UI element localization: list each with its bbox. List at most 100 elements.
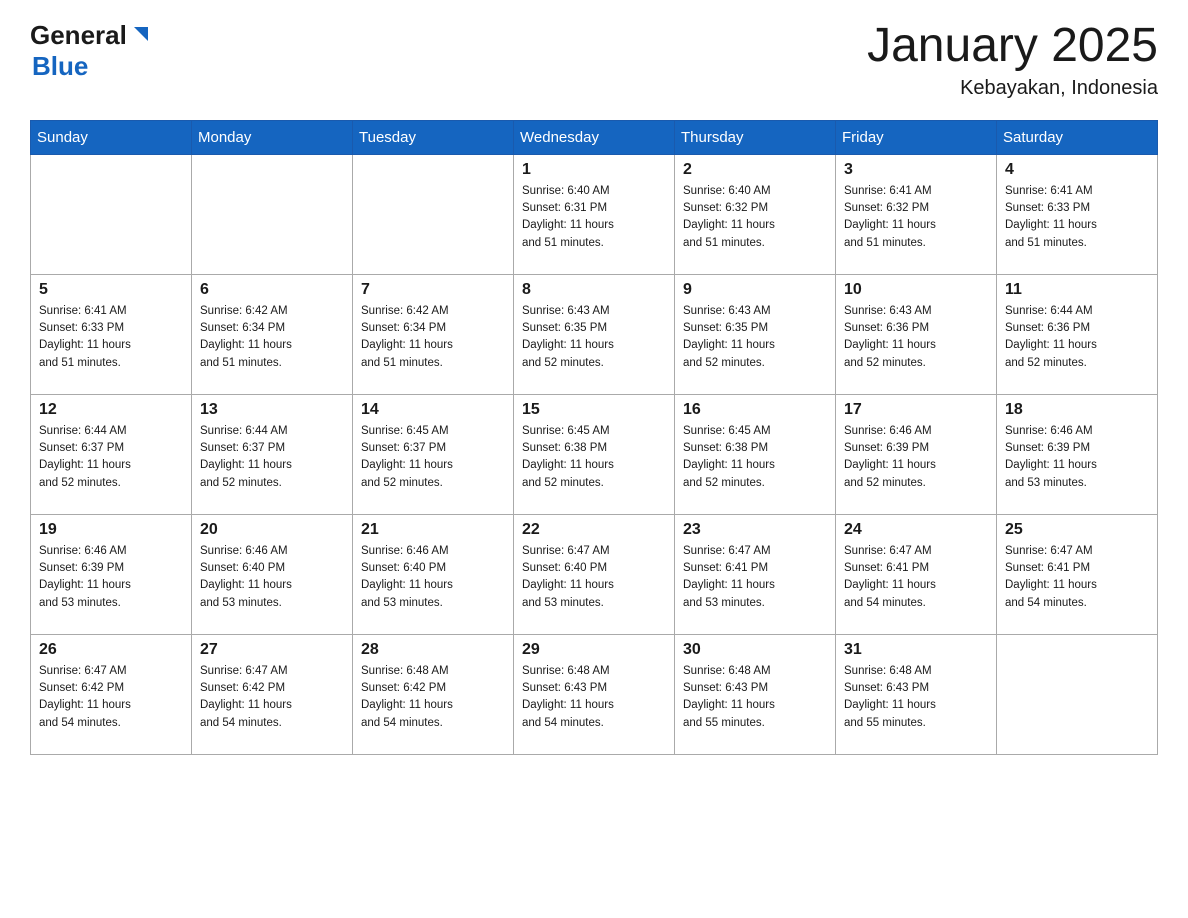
day-info: Sunrise: 6:41 AM Sunset: 6:32 PM Dayligh… [844,183,988,252]
day-info: Sunrise: 6:46 AM Sunset: 6:40 PM Dayligh… [361,543,505,612]
day-info: Sunrise: 6:47 AM Sunset: 6:41 PM Dayligh… [1005,543,1149,612]
logo: General Blue [30,20,152,82]
calendar-cell: 18Sunrise: 6:46 AM Sunset: 6:39 PM Dayli… [997,394,1158,514]
day-number: 1 [522,161,666,179]
day-number: 18 [1005,401,1149,419]
day-info: Sunrise: 6:47 AM Sunset: 6:42 PM Dayligh… [200,663,344,732]
calendar-cell: 5Sunrise: 6:41 AM Sunset: 6:33 PM Daylig… [31,274,192,394]
day-number: 15 [522,401,666,419]
day-number: 29 [522,641,666,659]
day-number: 27 [200,641,344,659]
calendar-header-wednesday: Wednesday [514,120,675,154]
calendar-cell: 17Sunrise: 6:46 AM Sunset: 6:39 PM Dayli… [836,394,997,514]
day-info: Sunrise: 6:44 AM Sunset: 6:37 PM Dayligh… [200,423,344,492]
day-number: 20 [200,521,344,539]
calendar-week-2: 5Sunrise: 6:41 AM Sunset: 6:33 PM Daylig… [31,274,1158,394]
calendar-header-monday: Monday [192,120,353,154]
calendar-cell: 28 Sunrise: 6:48 AM Sunset: 6:42 PM Dayli… [353,634,514,754]
day-info: Sunrise: 6:44 AM Sunset: 6:37 PM Dayligh… [39,423,183,492]
month-title: January 2025 [867,20,1158,73]
calendar-cell: 1Sunrise: 6:40 AM Sunset: 6:31 PM Daylig… [514,154,675,274]
logo-top: General [30,20,152,51]
calendar-header-saturday: Saturday [997,120,1158,154]
day-info: Sunrise: 6:42 AM Sunset: 6:34 PM Dayligh… [200,303,344,372]
calendar-header-tuesday: Tuesday [353,120,514,154]
day-info: Sunrise: 6:44 AM Sunset: 6:36 PM Dayligh… [1005,303,1149,372]
day-info: Sunrise: 6:41 AM Sunset: 6:33 PM Dayligh… [1005,183,1149,252]
calendar-cell: 12 Sunrise: 6:44 AM Sunset: 6:37 PM Dayli… [31,394,192,514]
calendar-cell: 21 Sunrise: 6:46 AM Sunset: 6:40 PM Dayli… [353,514,514,634]
day-info: Sunrise: 6:48 AM Sunset: 6:43 PM Dayligh… [683,663,827,732]
day-number: 26 [39,641,183,659]
calendar-cell: 14Sunrise: 6:45 AM Sunset: 6:37 PM Dayli… [353,394,514,514]
day-number: 3 [844,161,988,179]
calendar-cell: 26Sunrise: 6:47 AM Sunset: 6:42 PM Dayli… [31,634,192,754]
calendar-cell: 29 Sunrise: 6:48 AM Sunset: 6:43 PM Dayli… [514,634,675,754]
day-number: 21 [361,521,505,539]
calendar-cell: 24Sunrise: 6:47 AM Sunset: 6:41 PM Dayli… [836,514,997,634]
day-info: Sunrise: 6:45 AM Sunset: 6:38 PM Dayligh… [522,423,666,492]
day-info: Sunrise: 6:45 AM Sunset: 6:38 PM Dayligh… [683,423,827,492]
day-number: 25 [1005,521,1149,539]
day-number: 14 [361,401,505,419]
logo-triangle-icon [130,23,152,45]
calendar-cell [997,634,1158,754]
calendar-week-5: 26 Sunrise: 6:47 AM Sunset: 6:42 PM Dayli… [31,634,1158,754]
calendar-cell: 23 Sunrise: 6:47 AM Sunset: 6:41 PM Dayli… [675,514,836,634]
day-info: Sunrise: 6:42 AM Sunset: 6:34 PM Dayligh… [361,303,505,372]
day-info: Sunrise: 6:47 AM Sunset: 6:40 PM Dayligh… [522,543,666,612]
day-number: 2 [683,161,827,179]
calendar-cell: 13 Sunrise: 6:44 AM Sunset: 6:37 PM Dayli… [192,394,353,514]
day-number: 17 [844,401,988,419]
calendar-header-thursday: Thursday [675,120,836,154]
location-text: Kebayakan, Indonesia [867,77,1158,100]
day-number: 23 [683,521,827,539]
calendar-cell: 20Sunrise: 6:46 AM Sunset: 6:40 PM Dayli… [192,514,353,634]
day-number: 31 [844,641,988,659]
day-info: Sunrise: 6:48 AM Sunset: 6:43 PM Dayligh… [844,663,988,732]
calendar-cell: 19Sunrise: 6:46 AM Sunset: 6:39 PM Dayli… [31,514,192,634]
logo-general-text: General [30,20,127,51]
calendar-cell: 31 Sunrise: 6:48 AM Sunset: 6:43 PM Dayli… [836,634,997,754]
calendar-cell: 2 Sunrise: 6:40 AM Sunset: 6:32 PM Daylig… [675,154,836,274]
day-number: 12 [39,401,183,419]
calendar-cell: 27 Sunrise: 6:47 AM Sunset: 6:42 PM Dayli… [192,634,353,754]
calendar-cell: 7 Sunrise: 6:42 AM Sunset: 6:34 PM Daylig… [353,274,514,394]
title-block: January 2025 Kebayakan, Indonesia [867,20,1158,100]
day-info: Sunrise: 6:48 AM Sunset: 6:42 PM Dayligh… [361,663,505,732]
day-info: Sunrise: 6:47 AM Sunset: 6:41 PM Dayligh… [683,543,827,612]
day-number: 5 [39,281,183,299]
day-number: 28 [361,641,505,659]
day-info: Sunrise: 6:40 AM Sunset: 6:32 PM Dayligh… [683,183,827,252]
day-number: 24 [844,521,988,539]
day-number: 13 [200,401,344,419]
day-number: 11 [1005,281,1149,299]
calendar-header-row: SundayMondayTuesdayWednesdayThursdayFrid… [31,120,1158,154]
day-info: Sunrise: 6:48 AM Sunset: 6:43 PM Dayligh… [522,663,666,732]
calendar-cell: 11 Sunrise: 6:44 AM Sunset: 6:36 PM Dayli… [997,274,1158,394]
calendar-header-friday: Friday [836,120,997,154]
calendar-week-4: 19Sunrise: 6:46 AM Sunset: 6:39 PM Dayli… [31,514,1158,634]
calendar-cell: 10Sunrise: 6:43 AM Sunset: 6:36 PM Dayli… [836,274,997,394]
calendar-week-3: 12 Sunrise: 6:44 AM Sunset: 6:37 PM Dayli… [31,394,1158,514]
calendar-cell: 25 Sunrise: 6:47 AM Sunset: 6:41 PM Dayli… [997,514,1158,634]
day-number: 7 [361,281,505,299]
day-number: 4 [1005,161,1149,179]
calendar-week-1: 1Sunrise: 6:40 AM Sunset: 6:31 PM Daylig… [31,154,1158,274]
calendar-cell: 9 Sunrise: 6:43 AM Sunset: 6:35 PM Daylig… [675,274,836,394]
calendar-header-sunday: Sunday [31,120,192,154]
calendar-cell [353,154,514,274]
day-number: 22 [522,521,666,539]
calendar-cell: 22 Sunrise: 6:47 AM Sunset: 6:40 PM Dayli… [514,514,675,634]
day-info: Sunrise: 6:43 AM Sunset: 6:35 PM Dayligh… [522,303,666,372]
calendar-cell: 3 Sunrise: 6:41 AM Sunset: 6:32 PM Daylig… [836,154,997,274]
day-number: 19 [39,521,183,539]
calendar-cell: 6Sunrise: 6:42 AM Sunset: 6:34 PM Daylig… [192,274,353,394]
day-number: 9 [683,281,827,299]
day-info: Sunrise: 6:43 AM Sunset: 6:35 PM Dayligh… [683,303,827,372]
day-number: 8 [522,281,666,299]
logo-blue-text: Blue [32,51,88,82]
calendar-cell: 15 Sunrise: 6:45 AM Sunset: 6:38 PM Dayli… [514,394,675,514]
calendar-cell: 8 Sunrise: 6:43 AM Sunset: 6:35 PM Daylig… [514,274,675,394]
calendar-cell [192,154,353,274]
